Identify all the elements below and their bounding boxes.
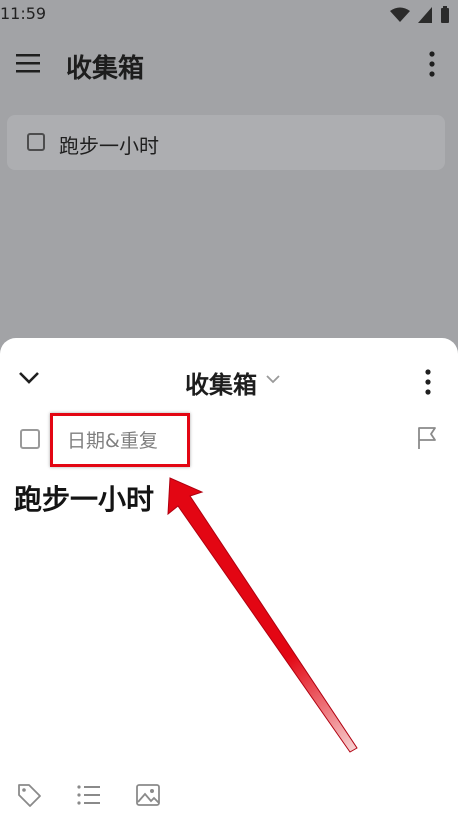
tag-icon[interactable]: [16, 782, 42, 808]
task-title[interactable]: 跑步一小时: [14, 478, 154, 518]
checklist-icon[interactable]: [76, 782, 102, 808]
status-time: 11:59: [0, 4, 47, 23]
hamburger-menu-icon[interactable]: [16, 52, 42, 74]
more-vertical-icon[interactable]: [428, 50, 436, 78]
flag-icon[interactable]: [417, 426, 439, 450]
sheet-task-checkbox[interactable]: [20, 429, 40, 449]
title-chevron-down-icon[interactable]: [266, 374, 280, 384]
list-item[interactable]: 跑步一小时: [7, 115, 445, 170]
app-bar: 收集箱: [0, 36, 458, 92]
sheet-more-vertical-icon[interactable]: [424, 368, 432, 396]
sheet-title[interactable]: 收集箱: [185, 365, 257, 400]
task-label: 跑步一小时: [59, 134, 159, 158]
image-icon[interactable]: [135, 782, 161, 808]
wifi-icon: [390, 7, 410, 22]
chevron-down-icon[interactable]: [18, 370, 40, 386]
status-icons: [390, 6, 450, 24]
battery-icon: [441, 6, 449, 23]
task-checkbox[interactable]: [27, 133, 45, 151]
task-detail-sheet: 收集箱 日期&重复 跑步一小时: [0, 338, 458, 820]
highlight-box: [50, 413, 190, 467]
status-bar: 11:59: [0, 0, 458, 28]
page-title: 收集箱: [66, 54, 145, 84]
signal-icon: [418, 7, 432, 23]
